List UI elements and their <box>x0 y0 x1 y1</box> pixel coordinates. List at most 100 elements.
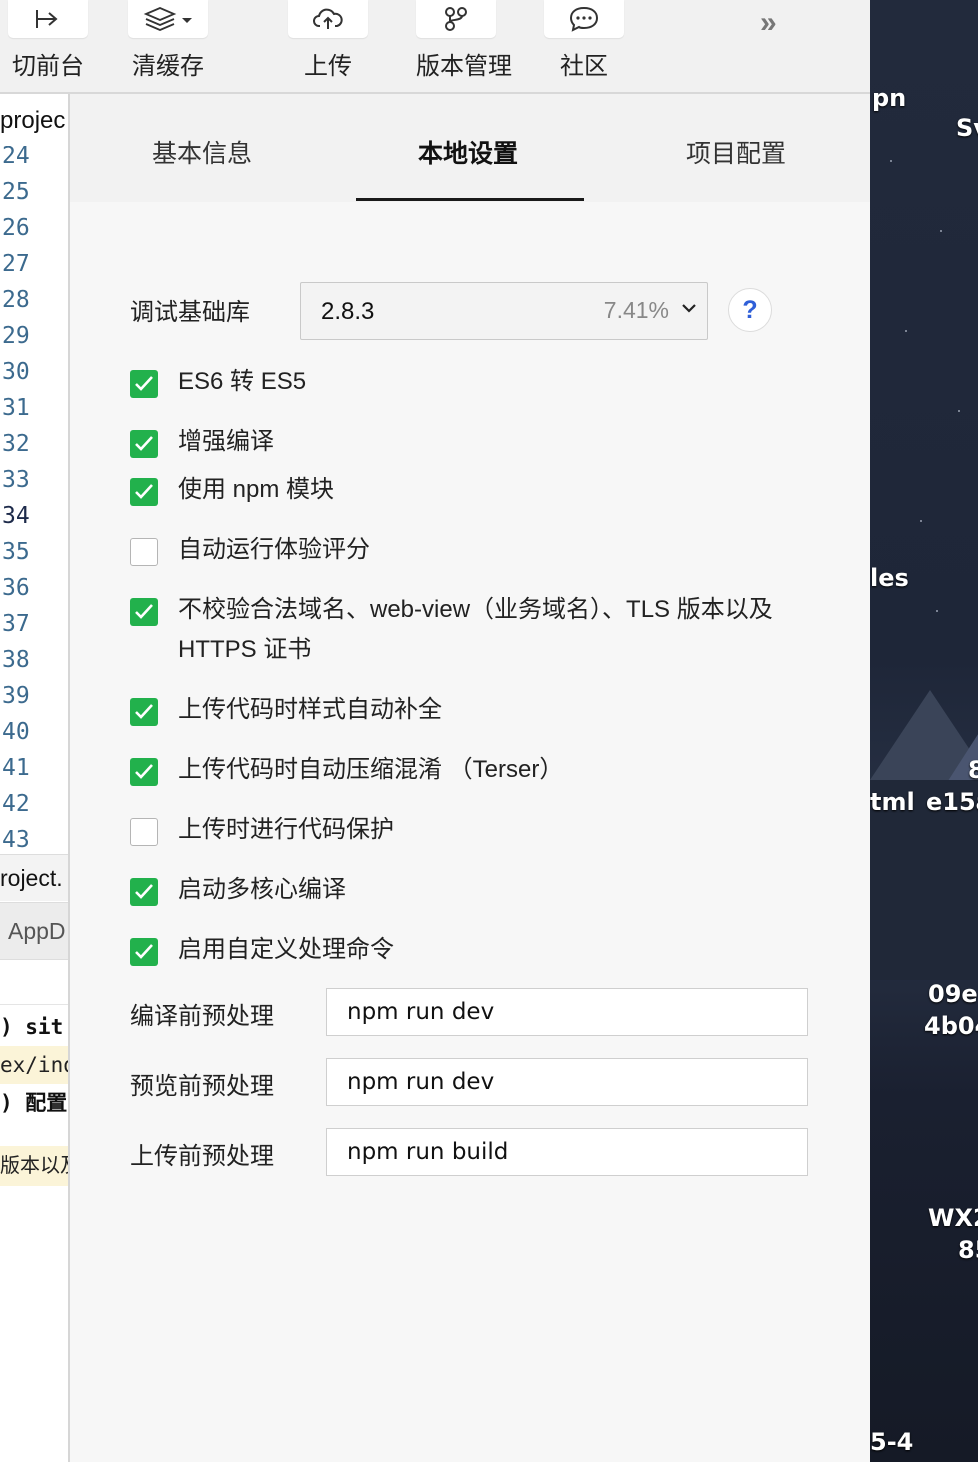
preprocess-label: 编译前预处理 <box>130 1003 274 1030</box>
desktop-label[interactable]: 09e <box>928 980 978 1008</box>
line-number: 43 <box>2 827 30 853</box>
desktop-label[interactable]: 4b04 <box>924 1012 978 1040</box>
option-label: 上传代码时自动压缩混淆 （Terser） <box>178 756 564 783</box>
checkbox-checked[interactable] <box>130 370 158 398</box>
option-label: 上传代码时样式自动补全 <box>178 696 442 723</box>
check-icon <box>135 484 153 499</box>
line-number: 40 <box>2 719 30 745</box>
checkbox-checked[interactable] <box>130 938 158 966</box>
cloud-upload-icon <box>288 0 368 38</box>
line-number: 42 <box>2 791 30 817</box>
checkbox-checked[interactable] <box>130 758 158 786</box>
desktop-label[interactable]: pn <box>872 84 906 112</box>
preprocess-label: 上传前预处理 <box>130 1143 274 1170</box>
line-number: 41 <box>2 755 30 781</box>
desktop-label[interactable]: Sv <box>956 114 978 142</box>
switch-front-button[interactable]: 切前台 <box>8 0 88 81</box>
preprocess-command-input[interactable]: npm run build <box>326 1128 808 1176</box>
layers-icon <box>128 0 208 38</box>
line-number: 37 <box>2 611 30 637</box>
line-number: 25 <box>2 179 30 205</box>
line-number: 38 <box>2 647 30 673</box>
desktop-label[interactable]: les <box>870 564 909 592</box>
check-icon <box>135 764 153 779</box>
active-tab-indicator <box>356 198 584 201</box>
debug-lib-label: 调试基础库 <box>130 299 250 326</box>
debug-lib-select[interactable]: 2.8.3 7.41% <box>300 282 708 340</box>
option-label: 启动多核心编译 <box>178 876 346 903</box>
line-number: 27 <box>2 251 30 277</box>
checkbox-checked[interactable] <box>130 878 158 906</box>
option-label: 增强编译 <box>178 428 274 455</box>
branch-icon <box>416 0 496 38</box>
option-label: 上传时进行代码保护 <box>178 816 394 843</box>
editor-file-tab[interactable]: projec <box>0 94 68 146</box>
check-icon <box>135 376 153 391</box>
preprocess-label: 预览前预处理 <box>130 1073 274 1100</box>
preprocess-row: 编译前预处理 npm run dev <box>130 988 820 1040</box>
check-icon <box>135 604 153 619</box>
desktop-background: pn Sv les 8 tml e15a 09e 4b04 WX2 85 5-4 <box>870 0 978 1462</box>
code-line: 版本以及 <box>0 1146 68 1186</box>
community-button[interactable]: 社区 <box>544 0 624 81</box>
debug-lib-percent: 7.41% <box>603 297 669 323</box>
more-chevrons-icon[interactable]: » <box>760 6 777 40</box>
desktop-label[interactable]: WX2 <box>928 1204 978 1232</box>
community-label: 社区 <box>560 53 608 80</box>
tab-project-config[interactable]: 项目配置 <box>686 134 786 170</box>
line-number: 30 <box>2 359 30 385</box>
option-label: 使用 npm 模块 <box>178 476 335 503</box>
code-line: ) sit <box>0 1004 68 1047</box>
code-line: ex/ind <box>0 1046 68 1084</box>
switch-front-label: 切前台 <box>12 53 84 80</box>
tab-local-settings[interactable]: 本地设置 <box>418 134 518 170</box>
tab-bar: 基本信息 本地设置 项目配置 <box>70 94 870 202</box>
option-label: 不校验合法域名、web-view（业务域名）、TLS 版本以及 HTTPS 证书 <box>178 596 773 663</box>
desktop-label[interactable]: tml <box>870 788 915 816</box>
check-icon <box>135 436 153 451</box>
preprocess-row: 上传前预处理 npm run build <box>130 1128 820 1180</box>
checkbox-checked[interactable] <box>130 430 158 458</box>
line-number: 36 <box>2 575 30 601</box>
code-line: ) 配置 <box>0 1084 68 1122</box>
checkbox-unchecked[interactable] <box>130 538 158 566</box>
option-label: ES6 转 ES5 <box>178 368 307 395</box>
line-number: 39 <box>2 683 30 709</box>
desktop-label[interactable]: e15a <box>926 788 978 816</box>
checkbox-checked[interactable] <box>130 698 158 726</box>
tab-basic-info[interactable]: 基本信息 <box>152 134 252 170</box>
check-icon <box>135 884 153 899</box>
line-number: 26 <box>2 215 30 241</box>
line-number: 35 <box>2 539 30 565</box>
help-button[interactable]: ? <box>728 288 772 332</box>
preprocess-row: 预览前预处理 npm run dev <box>130 1058 820 1110</box>
checkbox-checked[interactable] <box>130 598 158 626</box>
desktop-label[interactable]: 8 <box>968 756 978 784</box>
checkbox-checked[interactable] <box>130 478 158 506</box>
upload-button[interactable]: 上传 <box>288 0 368 81</box>
line-number: 29 <box>2 323 30 349</box>
checkbox-unchecked[interactable] <box>130 818 158 846</box>
file-tree-item[interactable]: roject. <box>0 854 68 901</box>
line-numbers: 24 25 26 27 28 29 30 31 32 33 34 35 36 37 38 39 40 41 42 43 <box>2 138 30 858</box>
app-tab[interactable]: AppD <box>0 902 68 960</box>
desktop-label[interactable]: 85 <box>958 1236 978 1264</box>
desktop-label[interactable]: 5-4 <box>870 1428 913 1456</box>
settings-panel: 基本信息 本地设置 项目配置 调试基础库 2.8.3 7.41% ? ES6 转… <box>70 94 870 1462</box>
clear-cache-label: 清缓存 <box>132 53 204 80</box>
upload-label: 上传 <box>304 53 352 80</box>
toolbar: 切前台 清缓存 上传 版本管理 社区 » <box>0 0 870 94</box>
option-label: 启用自定义处理命令 <box>178 936 394 963</box>
chat-bubble-icon <box>544 0 624 38</box>
option-label: 自动运行体验评分 <box>178 536 370 563</box>
debug-lib-version: 2.8.3 <box>321 298 375 325</box>
line-number: 28 <box>2 287 30 313</box>
chevron-down-icon <box>682 304 696 313</box>
switch-front-icon <box>8 0 88 38</box>
version-manage-button[interactable]: 版本管理 <box>416 0 512 81</box>
clear-cache-button[interactable]: 清缓存 <box>128 0 208 81</box>
preprocess-command-input[interactable]: npm run dev <box>326 1058 808 1106</box>
line-number: 32 <box>2 431 30 457</box>
preprocess-command-input[interactable]: npm run dev <box>326 988 808 1036</box>
line-number: 34 <box>2 503 30 529</box>
